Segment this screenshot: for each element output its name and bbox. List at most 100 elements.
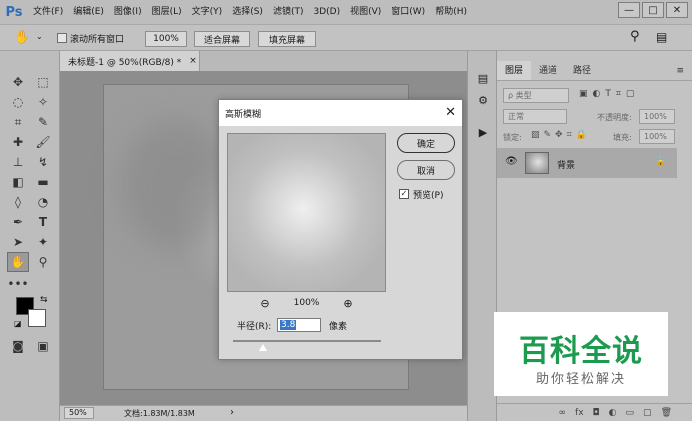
menu-3d[interactable]: 3D(D) [308,0,345,24]
lock-label: 锁定: [503,133,522,142]
zoom-out-icon[interactable]: ⊖ [260,297,269,310]
marquee-tool-icon[interactable]: ⬚ [33,73,53,91]
maximize-button[interactable]: □ [642,2,664,18]
screen-mode-icon[interactable]: ▣ [33,337,53,355]
eye-icon[interactable]: 👁 [505,156,518,167]
canvas-cloud-shape [120,120,230,250]
dialog-title: 高斯模糊 [225,109,262,120]
gaussian-blur-dialog: 高斯模糊 ✕ 确定 取消 ✓ 预览(P) ⊖ 100% ⊕ 半径(R): 3.8… [218,99,463,360]
new-layer-icon[interactable]: ▢ [643,408,652,418]
opacity-input[interactable]: 100% [639,109,675,124]
menu-file[interactable]: 文件(F) [28,0,68,24]
type-tool-icon[interactable]: T [33,213,53,231]
eraser-tool-icon[interactable]: ◧ [8,173,28,191]
layer-filter-icons[interactable]: ▣◐T⌗▢ [579,89,639,99]
zoom-in-icon[interactable]: ⊕ [343,297,352,310]
path-selection-icon[interactable]: ➤ [8,233,28,251]
menu-window[interactable]: 窗口(W) [386,0,430,24]
menu-edit[interactable]: 编辑(E) [68,0,109,24]
fx-icon[interactable]: fx [575,408,584,418]
fill-label: 填充: [613,133,632,142]
menu-select[interactable]: 选择(S) [227,0,268,24]
add-mask-icon[interactable]: ◘ [593,408,600,418]
close-icon[interactable]: ✕ [445,105,456,120]
fill-screen-button[interactable]: 填充屏幕 [258,31,316,47]
brush-tool-icon[interactable]: 🖌 [33,133,53,151]
new-group-icon[interactable]: ▭ [626,408,635,418]
blur-preview[interactable] [227,133,386,292]
radius-slider-thumb[interactable] [258,344,267,351]
blend-mode-select[interactable]: 正常 [503,109,567,124]
menu-help[interactable]: 帮助(H) [430,0,472,24]
close-tab-icon[interactable]: × [189,56,197,66]
radius-label: 半径(R): [237,322,272,332]
fit-screen-button[interactable]: 适合屏幕 [194,31,250,47]
layer-name[interactable]: 背景 [557,158,575,171]
adjustment-layer-icon[interactable]: ◐ [609,408,617,418]
swap-colors-icon[interactable]: ⇆ [40,295,48,305]
pen-tool-icon[interactable]: ✒ [8,213,28,231]
fill-input[interactable]: 100% [639,129,675,144]
layer-thumbnail [525,152,549,174]
close-window-button[interactable]: ✕ [666,2,688,18]
trash-icon[interactable]: 🗑 [661,408,672,418]
clone-stamp-icon[interactable]: ⊥ [8,153,28,171]
workspace-icon[interactable]: ▤ [656,30,667,44]
menu-bar: Ps 文件(F) 编辑(E) 图像(I) 图层(L) 文字(Y) 选择(S) 滤… [0,0,692,24]
zoom-tool-icon[interactable]: ⚲ [33,253,53,271]
ok-button[interactable]: 确定 [397,133,455,153]
radius-slider-track[interactable] [233,340,381,342]
document-tab[interactable]: 未标题-1 @ 50%(RGB/8) * × [60,51,200,71]
default-colors-icon[interactable]: ◪ [14,319,22,328]
background-color-swatch[interactable] [28,309,46,327]
properties-panel-icon[interactable]: ⚙ [474,91,492,109]
history-brush-icon[interactable]: ↯ [33,153,53,171]
tab-channels[interactable]: 通道 [531,61,565,80]
history-panel-icon[interactable]: ▤ [474,69,492,87]
menu-type[interactable]: 文字(Y) [187,0,228,24]
scroll-all-windows-checkbox[interactable] [57,33,67,43]
status-bar: 50% 文档:1.83M/1.83M › [60,405,467,421]
gradient-tool-icon[interactable]: ▬ [33,173,53,191]
move-tool-icon[interactable]: ✥ [8,73,28,91]
layers-panel-bottom-bar: ∞ fx ◘ ◐ ▭ ▢ 🗑 [497,403,692,421]
status-arrow-icon[interactable]: › [230,407,234,418]
healing-brush-icon[interactable]: ✚ [8,133,28,151]
menu-view[interactable]: 视图(V) [345,0,386,24]
more-tools-icon[interactable]: ••• [7,275,28,293]
dialog-title-bar: 高斯模糊 ✕ [219,100,462,126]
preview-checkbox[interactable]: ✓ [399,189,409,199]
layers-panel-tabs: 图层 通道 路径 ≡ [497,61,692,81]
magic-wand-icon[interactable]: ✧ [33,93,53,111]
menu-image[interactable]: 图像(I) [109,0,147,24]
crop-tool-icon[interactable]: ⌗ [8,113,28,131]
hand-tool-selected-icon[interactable]: ✋ [7,252,29,272]
actions-panel-icon[interactable]: ▶ [474,123,492,141]
minimize-button[interactable]: — [618,2,640,18]
quick-mask-icon[interactable]: ◙ [8,337,28,355]
scroll-all-windows-label: 滚动所有窗口 [70,35,125,45]
blur-tool-icon[interactable]: ◊ [8,193,28,211]
custom-shape-icon[interactable]: ✦ [33,233,53,251]
menu-layer[interactable]: 图层(L) [147,0,187,24]
chevron-down-icon[interactable]: ⌄ [36,32,43,41]
search-icon[interactable]: ⚲ [630,29,640,44]
cancel-button[interactable]: 取消 [397,160,455,180]
status-zoom[interactable]: 50% [64,407,94,419]
opacity-label: 不透明度: [597,113,632,122]
layer-kind-filter[interactable]: ρ 类型 [503,88,569,103]
lock-option-icons[interactable]: ▨✎✥⌗🔒 [531,130,591,140]
layer-row-background[interactable] [497,148,677,178]
radius-input[interactable]: 3.8 [277,318,321,332]
panel-menu-icon[interactable]: ≡ [668,61,692,80]
link-layers-icon[interactable]: ∞ [559,408,567,418]
document-tab-title: 未标题-1 @ 50%(RGB/8) * [68,57,182,68]
tab-paths[interactable]: 路径 [565,61,599,80]
eyedropper-icon[interactable]: ✎ [33,113,53,131]
menu-filter[interactable]: 滤镜(T) [268,0,309,24]
dodge-tool-icon[interactable]: ◔ [33,193,53,211]
tab-layers[interactable]: 图层 [497,61,532,80]
hand-tool-icon[interactable]: ✋ [14,30,30,45]
lasso-tool-icon[interactable]: ◌ [8,93,28,111]
zoom-100-button[interactable]: 100% [145,31,187,47]
